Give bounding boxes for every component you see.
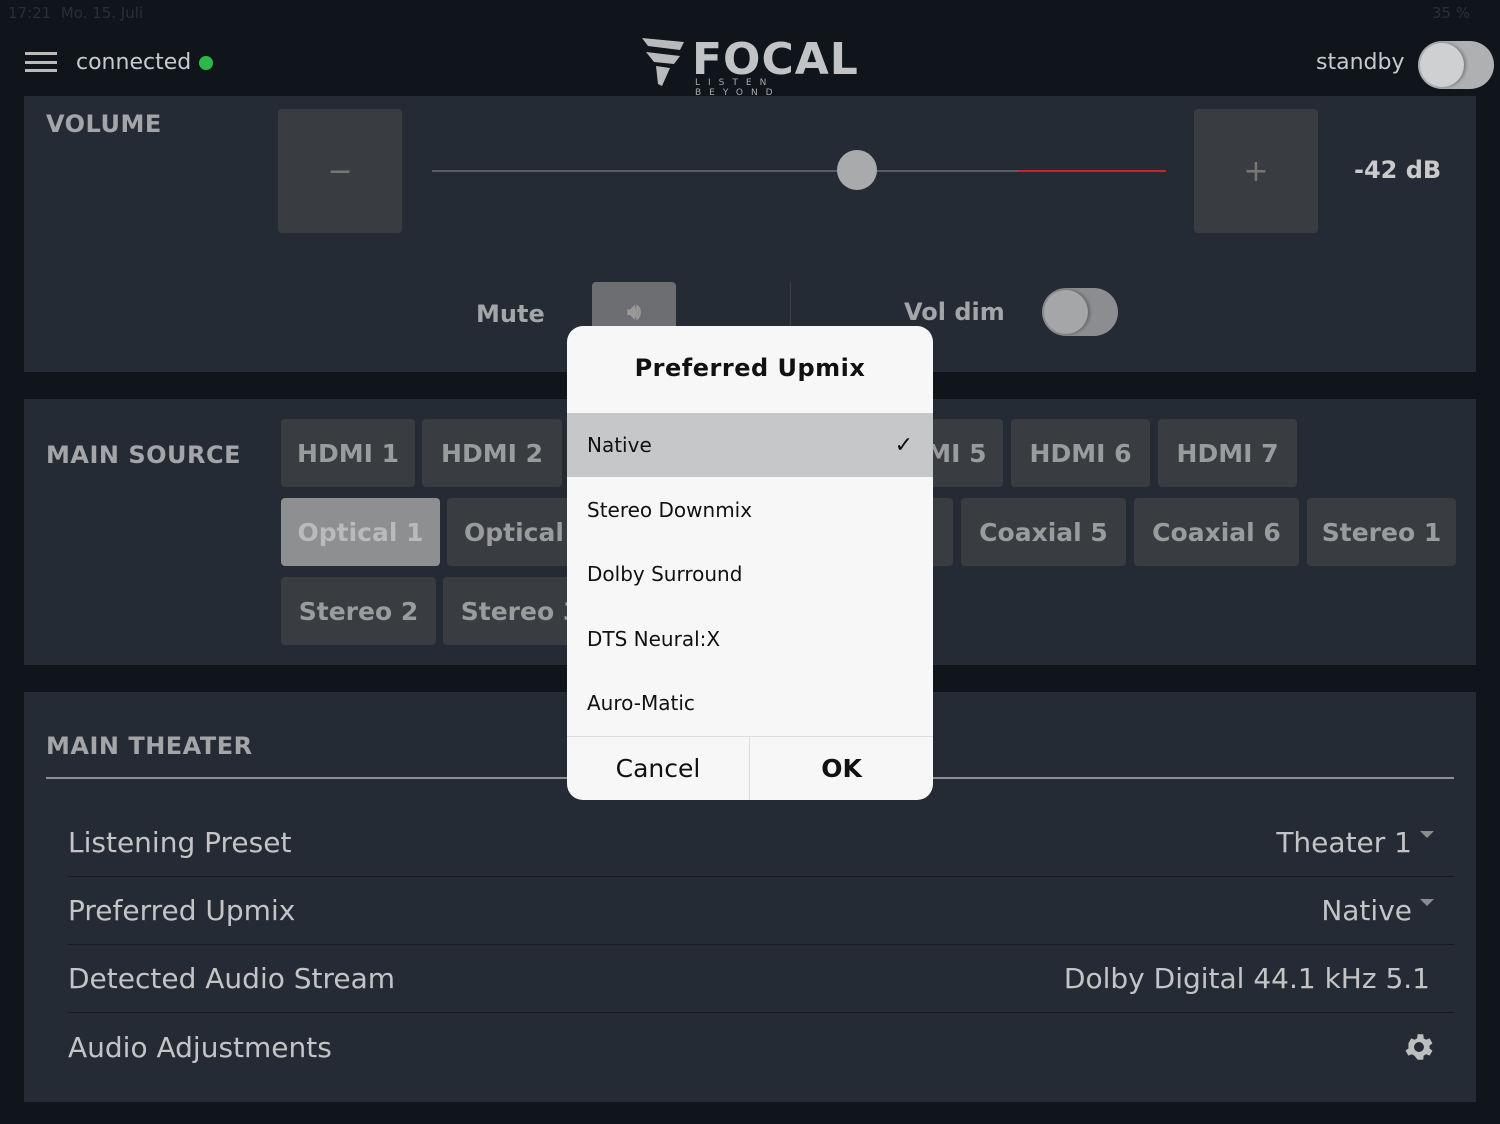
volume-slider-thumb[interactable]: [837, 150, 877, 190]
detected-audio-stream-row: Detected Audio Stream Dolby Digital 44.1 …: [68, 945, 1454, 1013]
volume-down-button[interactable]: −: [278, 109, 402, 233]
option-stereo-downmix[interactable]: Stereo Downmix: [567, 478, 933, 542]
source-hdmi-1[interactable]: HDMI 1: [281, 419, 415, 487]
menu-icon[interactable]: [25, 52, 57, 72]
standby-label: standby: [1316, 50, 1405, 75]
listening-preset-row[interactable]: Listening Preset Theater 1: [68, 809, 1454, 877]
volume-value: -42 dB: [1354, 156, 1442, 184]
preferred-upmix-dialog: Preferred Upmix Native ✓ Stereo Downmix D…: [567, 326, 933, 800]
caret-down-icon: [1420, 831, 1434, 838]
dialog-title: Preferred Upmix: [634, 354, 866, 382]
status-battery: 35 %: [1431, 4, 1470, 22]
option-native[interactable]: Native ✓: [567, 413, 933, 477]
status-time: 17:21 Mo. 15. Juli: [8, 4, 144, 22]
volume-limit-zone: [1018, 170, 1166, 172]
gear-icon[interactable]: [1402, 1030, 1436, 1064]
main-source-label: MAIN SOURCE: [46, 441, 241, 469]
source-stereo-2[interactable]: Stereo 2: [281, 577, 436, 645]
ok-button[interactable]: OK: [750, 736, 933, 800]
cancel-button[interactable]: Cancel: [567, 736, 750, 800]
focal-logo: FOCAL LISTEN BEYOND: [640, 34, 860, 98]
mute-label: Mute: [476, 300, 545, 328]
source-hdmi-7[interactable]: HDMI 7: [1158, 419, 1297, 487]
option-dolby-surround[interactable]: Dolby Surround: [567, 542, 933, 606]
main-theater-label: MAIN THEATER: [46, 732, 253, 760]
preferred-upmix-row[interactable]: Preferred Upmix Native: [68, 877, 1454, 945]
caret-down-icon: [1420, 899, 1434, 906]
source-optical-1[interactable]: Optical 1: [281, 498, 440, 566]
source-stereo-1[interactable]: Stereo 1: [1307, 498, 1456, 566]
focal-logo-icon: [642, 38, 684, 86]
top-bar: connected FOCAL LISTEN BEYOND standby: [0, 28, 1500, 98]
source-coaxial-5[interactable]: Coaxial 5: [961, 498, 1126, 566]
volume-up-button[interactable]: +: [1194, 109, 1318, 233]
source-hdmi-6[interactable]: HDMI 6: [1011, 419, 1150, 487]
standby-toggle[interactable]: [1418, 41, 1494, 89]
connection-status: connected: [76, 50, 214, 75]
audio-adjustments-row[interactable]: Audio Adjustments: [68, 1013, 1454, 1081]
volume-label: VOLUME: [46, 110, 162, 138]
option-auro-matic[interactable]: Auro-Matic: [567, 671, 933, 735]
volume-slider[interactable]: [432, 150, 1166, 190]
source-hdmi-2[interactable]: HDMI 2: [422, 419, 562, 487]
source-coaxial-6[interactable]: Coaxial 6: [1134, 498, 1299, 566]
connection-dot-icon: [199, 55, 214, 70]
option-dts-neuralx[interactable]: DTS Neural:X: [567, 607, 933, 671]
checkmark-icon: ✓: [894, 432, 913, 458]
voldim-label: Vol dim: [904, 298, 1005, 326]
speaker-icon: 🔊︎: [627, 299, 641, 325]
voldim-toggle[interactable]: [1042, 288, 1118, 336]
